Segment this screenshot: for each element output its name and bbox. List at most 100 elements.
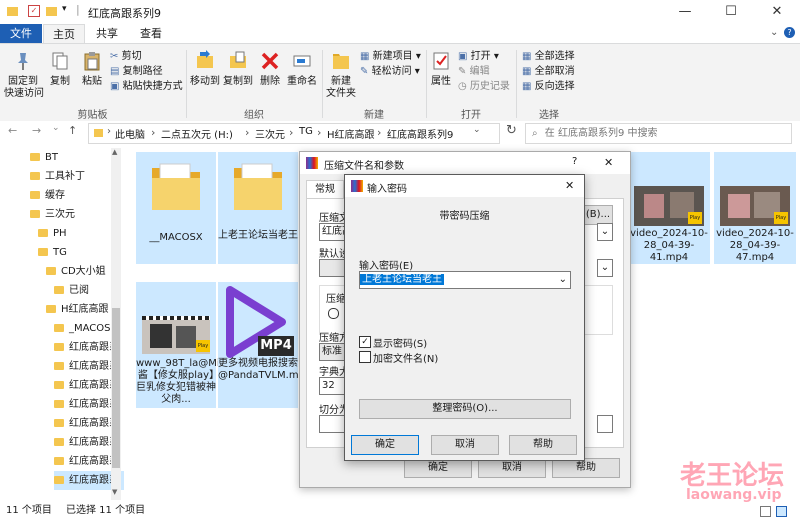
nav-item[interactable]: 缓存 <box>30 186 65 205</box>
address-bar[interactable]: › 此电脑 › 二点五次元 (H:) › 三次元 › TG › H红底高跟 › … <box>88 123 500 144</box>
copy-button[interactable]: 复制 <box>46 50 74 88</box>
nav-item[interactable]: 红底高跟系 <box>54 338 119 357</box>
password-ok-button[interactable]: 确定 <box>351 435 419 455</box>
nav-item[interactable]: 红底高跟系 <box>54 433 119 452</box>
nav-item[interactable]: 已阅 <box>54 281 89 300</box>
chevron-down-icon[interactable]: ⌄ <box>473 125 481 135</box>
file-item-video2[interactable]: Play video_2024-10-28_04-39-47.mp4 <box>714 152 796 264</box>
up-arrow-icon[interactable]: ↑ <box>68 124 77 137</box>
encrypt-names-checkbox[interactable] <box>359 351 371 363</box>
pin-button[interactable]: 固定到 快速访问 <box>4 50 44 100</box>
move-to-button[interactable]: 移动到 <box>188 50 222 88</box>
search-input[interactable]: ⌕ 在 红底高跟系列9 中搜索 <box>525 123 792 144</box>
easy-access-button[interactable]: ✎ 轻松访问 ▾ <box>360 65 420 78</box>
nav-item[interactable]: BT <box>30 148 58 167</box>
back-arrow-icon[interactable]: ← <box>8 124 17 137</box>
tab-home[interactable]: 主页 <box>43 24 85 43</box>
format-radio[interactable] <box>328 308 339 319</box>
compress-help-button[interactable]: 帮助 <box>552 458 620 478</box>
breadcrumb-sanciyuan[interactable]: 三次元 <box>255 126 285 141</box>
nav-item[interactable]: 红底高跟系 <box>54 357 119 376</box>
file-item-macosx[interactable]: __MACOSX <box>136 152 216 264</box>
checkbox-icon[interactable]: ✓ <box>28 5 40 17</box>
nav-scrollbar[interactable]: ▲ ▼ <box>111 148 121 500</box>
breadcrumb-this-pc[interactable]: 此电脑 <box>115 126 145 141</box>
nav-item[interactable]: CD大小姐 <box>46 262 106 281</box>
scroll-down-icon[interactable]: ▼ <box>112 488 117 496</box>
file-item-video1[interactable]: Play video_2024-10-28_04-39-41.mp4 <box>628 152 710 264</box>
breadcrumb-current[interactable]: 红底高跟系列9 <box>387 126 453 141</box>
nav-item[interactable]: TG <box>38 243 67 262</box>
file-item-mp4[interactable]: MP4 更多视频电报搜索@PandaTVLM.mp4 <box>218 282 311 408</box>
edit-button[interactable]: ✎ 编辑 <box>458 65 490 78</box>
select-none-button[interactable]: ▦ 全部取消 <box>522 65 575 78</box>
help-icon[interactable]: ? <box>784 27 795 38</box>
file-item-folder2[interactable]: 上老王论坛当老王 <box>218 152 298 264</box>
close-icon[interactable]: ✕ <box>565 179 574 192</box>
scrollbar-thumb[interactable] <box>112 308 120 468</box>
tab-general[interactable]: 常规 <box>306 180 344 199</box>
nav-item[interactable]: 工具补丁 <box>30 167 85 186</box>
rename-button[interactable]: 重命名 <box>286 50 318 88</box>
chevron-down-icon[interactable]: ⌄ <box>52 123 60 133</box>
breadcrumb-drive[interactable]: 二点五次元 (H:) <box>161 126 233 141</box>
folder-icon <box>30 191 40 199</box>
cut-button[interactable]: ✂ 剪切 <box>110 50 142 63</box>
chevron-down-icon[interactable]: ⌄ <box>597 259 613 277</box>
new-item-button[interactable]: ▦ 新建项目 ▾ <box>360 50 421 63</box>
large-icons-view-icon[interactable] <box>776 506 787 517</box>
chevron-down-icon[interactable]: ⌄ <box>559 272 567 288</box>
open-button[interactable]: ▣ 打开 ▾ <box>458 50 499 63</box>
breadcrumb-h[interactable]: H红底高跟 <box>327 126 375 141</box>
password-cancel-button[interactable]: 取消 <box>431 435 499 455</box>
scroll-up-icon[interactable]: ▲ <box>112 148 117 156</box>
nav-item[interactable]: 红底高跟系 <box>54 395 119 414</box>
compress-cancel-button[interactable]: 取消 <box>478 458 546 478</box>
refresh-icon[interactable]: ↻ <box>506 123 517 138</box>
nav-item[interactable]: 红底高跟系 <box>54 414 119 433</box>
nav-item[interactable]: _MACOS <box>54 319 111 338</box>
close-icon[interactable]: ✕ <box>604 156 613 169</box>
maximize-button[interactable]: ☐ <box>708 0 754 24</box>
nav-item[interactable]: 三次元 <box>30 205 75 224</box>
invert-selection-button[interactable]: ▦ 反向选择 <box>522 80 575 93</box>
delete-button[interactable]: 删除 <box>256 50 284 88</box>
browse-button[interactable]: (B)... <box>583 205 613 225</box>
folder-icon <box>46 267 56 275</box>
paste-shortcut-button[interactable]: ▣ 粘贴快捷方式 <box>110 80 183 93</box>
split-unit-select[interactable] <box>597 415 613 433</box>
file-name: 上老王论坛当老王 <box>218 230 298 241</box>
help-icon[interactable]: ? <box>572 156 577 167</box>
select-all-button[interactable]: ▦ 全部选择 <box>522 50 575 63</box>
copy-to-button[interactable]: 复制到 <box>222 50 254 88</box>
minimize-button[interactable]: — <box>662 0 708 24</box>
password-help-button[interactable]: 帮助 <box>509 435 577 455</box>
chevron-down-icon[interactable]: ▾ <box>62 4 67 14</box>
nav-item[interactable]: 红底高跟系 <box>54 376 119 395</box>
copy-path-button[interactable]: ▤ 复制路径 <box>110 65 163 78</box>
details-view-icon[interactable] <box>760 506 771 517</box>
tab-view[interactable]: 查看 <box>130 24 172 43</box>
close-button[interactable]: ✕ <box>754 0 800 24</box>
nav-item[interactable]: PH <box>38 224 67 243</box>
file-item-www[interactable]: Play www_98T_la@Misa酱【修女服play】巨乳修女犯错被神父肉… <box>136 282 231 408</box>
tab-share[interactable]: 共享 <box>86 24 128 43</box>
divider: | <box>76 3 80 16</box>
show-password-checkbox[interactable]: ✓ <box>359 336 371 348</box>
paste-button[interactable]: 粘贴 <box>78 50 106 88</box>
forward-arrow-icon[interactable]: → <box>32 124 41 137</box>
chevron-down-icon[interactable]: ⌄ <box>770 27 778 38</box>
film-strip <box>142 316 210 320</box>
new-folder-button[interactable]: 新建 文件夹 <box>324 50 358 100</box>
nav-item[interactable]: H红底高跟 <box>46 300 109 319</box>
history-button[interactable]: ◷ 历史记录 <box>458 80 510 93</box>
nav-item[interactable]: 红底高跟系 <box>54 452 119 471</box>
tab-file[interactable]: 文件 <box>0 24 42 43</box>
organize-passwords-button[interactable]: 整理密码(O)... <box>359 399 571 419</box>
folder-icon[interactable] <box>46 7 57 16</box>
breadcrumb-tg[interactable]: TG <box>299 126 313 137</box>
chevron-down-icon[interactable]: ⌄ <box>597 223 613 241</box>
compress-ok-button[interactable]: 确定 <box>404 458 472 478</box>
password-input[interactable]: 上老王论坛当老王 ⌄ <box>359 271 571 289</box>
properties-button[interactable]: 属性 <box>428 50 454 88</box>
